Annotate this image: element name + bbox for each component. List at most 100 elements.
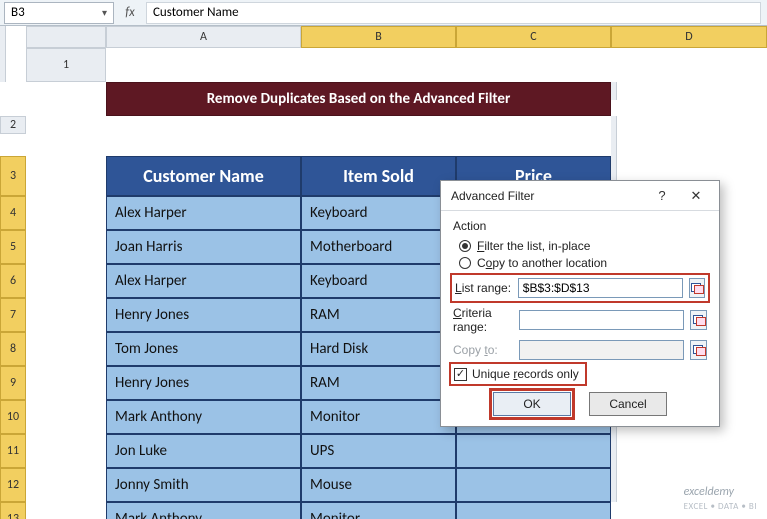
copy-to-row: Copy to: xyxy=(453,340,707,360)
row-header[interactable]: 6 xyxy=(0,264,26,298)
row-header[interactable]: 12 xyxy=(0,468,26,502)
cell[interactable] xyxy=(26,468,106,502)
row-header[interactable]: 11 xyxy=(0,434,26,468)
col-header-B[interactable]: B xyxy=(301,26,456,48)
range-picker-icon[interactable] xyxy=(690,310,707,330)
table-cell-name[interactable]: Henry Jones xyxy=(106,298,301,332)
dialog-button-row: OK Cancel xyxy=(453,392,707,416)
pane-gutter xyxy=(611,468,617,502)
pane-gutter xyxy=(611,116,617,156)
pane-gutter xyxy=(0,26,6,48)
table-cell-item[interactable]: Keyboard xyxy=(301,264,456,298)
radio-icon xyxy=(459,257,471,269)
dialog-title: Advanced Filter xyxy=(451,189,645,203)
row-header[interactable]: 9 xyxy=(0,366,26,400)
row-header[interactable]: 13 xyxy=(0,502,26,519)
row-header[interactable]: 10 xyxy=(0,400,26,434)
row-header[interactable]: 2 xyxy=(0,116,26,134)
cell[interactable] xyxy=(26,366,106,400)
table-cell-price[interactable] xyxy=(456,502,611,519)
help-icon[interactable]: ? xyxy=(645,185,679,207)
row-header[interactable]: 5 xyxy=(0,230,26,264)
table-cell-name[interactable]: Mark Anthony xyxy=(106,502,301,519)
cell[interactable] xyxy=(26,332,106,366)
ok-button[interactable]: OK xyxy=(493,392,571,416)
cell[interactable] xyxy=(26,264,106,298)
criteria-range-input[interactable] xyxy=(519,310,684,330)
name-box[interactable]: B3 ▾ xyxy=(4,2,114,24)
title-banner: Remove Duplicates Based on the Advanced … xyxy=(106,82,611,116)
list-range-input[interactable] xyxy=(518,278,683,298)
criteria-range-label: Criteria range: xyxy=(453,306,513,334)
radio-icon xyxy=(459,240,471,252)
col-header-D[interactable]: D xyxy=(611,26,767,48)
radio-label: Filter the list, in-place xyxy=(477,239,590,253)
table-cell-name[interactable]: Henry Jones xyxy=(106,366,301,400)
table-cell-item[interactable]: RAM xyxy=(301,298,456,332)
table-cell-name[interactable]: Tom Jones xyxy=(106,332,301,366)
name-box-value: B3 xyxy=(11,5,102,20)
radio-filter-inplace[interactable]: Filter the list, in-place xyxy=(459,239,707,253)
table-cell-item[interactable]: Hard Disk xyxy=(301,332,456,366)
table-cell-item[interactable]: Monitor xyxy=(301,502,456,519)
table-cell-name[interactable]: Joan Harris xyxy=(106,230,301,264)
table-header-name[interactable]: Customer Name xyxy=(106,156,301,196)
col-header-C[interactable]: C xyxy=(456,26,611,48)
cell[interactable] xyxy=(26,434,106,468)
pane-gutter xyxy=(0,48,6,82)
chevron-down-icon[interactable]: ▾ xyxy=(102,6,107,19)
list-range-label: List range: xyxy=(455,281,512,295)
dialog-body: Action Filter the list, in-place Copy to… xyxy=(441,211,719,426)
table-cell-name[interactable]: Jon Luke xyxy=(106,434,301,468)
table-header-item[interactable]: Item Sold xyxy=(301,156,456,196)
fx-icon[interactable]: fx xyxy=(114,5,146,20)
table-cell-item[interactable]: Keyboard xyxy=(301,196,456,230)
action-group-label: Action xyxy=(453,219,707,233)
row-header[interactable]: 8 xyxy=(0,332,26,366)
cell[interactable] xyxy=(26,502,106,519)
range-picker-icon[interactable] xyxy=(689,278,705,298)
dialog-titlebar[interactable]: Advanced Filter ? ✕ xyxy=(441,181,719,211)
table-cell-name[interactable]: Alex Harper xyxy=(106,196,301,230)
select-all-corner[interactable] xyxy=(26,26,106,48)
table-cell-price[interactable] xyxy=(456,434,611,468)
table-cell-name[interactable]: Jonny Smith xyxy=(106,468,301,502)
table-cell-item[interactable]: Monitor xyxy=(301,400,456,434)
cell[interactable] xyxy=(26,230,106,264)
formula-input[interactable]: Customer Name xyxy=(146,2,761,24)
row-header[interactable]: 7 xyxy=(0,298,26,332)
table-cell-name[interactable]: Alex Harper xyxy=(106,264,301,298)
checkbox-icon xyxy=(454,368,467,381)
col-header-A[interactable]: A xyxy=(106,26,301,48)
radio-copy-to-location[interactable]: Copy to another location xyxy=(459,256,707,270)
cell[interactable] xyxy=(456,116,611,134)
cell[interactable] xyxy=(26,116,106,134)
table-cell-item[interactable]: Motherboard xyxy=(301,230,456,264)
row-header[interactable]: 4 xyxy=(0,196,26,230)
cell[interactable] xyxy=(26,400,106,434)
cell[interactable] xyxy=(26,298,106,332)
table-cell-item[interactable]: Mouse xyxy=(301,468,456,502)
cancel-button[interactable]: Cancel xyxy=(589,392,667,416)
table-cell-item[interactable]: UPS xyxy=(301,434,456,468)
cell[interactable] xyxy=(301,116,456,134)
table-cell-item[interactable]: RAM xyxy=(301,366,456,400)
copy-to-input xyxy=(519,340,684,360)
table-cell-name[interactable]: Mark Anthony xyxy=(106,400,301,434)
radio-label: Copy to another location xyxy=(477,256,607,270)
cell[interactable] xyxy=(106,48,301,82)
row-header[interactable]: 3 xyxy=(0,156,26,196)
pane-gutter xyxy=(611,434,617,468)
range-picker-icon xyxy=(690,340,707,360)
criteria-range-row: Criteria range: xyxy=(453,306,707,334)
watermark: exceldemy EXCEL • DATA • BI xyxy=(684,485,757,513)
unique-records-checkbox[interactable]: Unique records only xyxy=(453,366,583,382)
cell[interactable] xyxy=(26,196,106,230)
cell[interactable] xyxy=(106,116,301,134)
table-cell-price[interactable] xyxy=(456,468,611,502)
row-header[interactable]: 1 xyxy=(26,48,106,82)
cell[interactable] xyxy=(26,156,106,196)
unique-records-label: Unique records only xyxy=(472,367,579,381)
close-icon[interactable]: ✕ xyxy=(679,185,713,207)
formula-bar: B3 ▾ fx Customer Name xyxy=(0,0,767,26)
